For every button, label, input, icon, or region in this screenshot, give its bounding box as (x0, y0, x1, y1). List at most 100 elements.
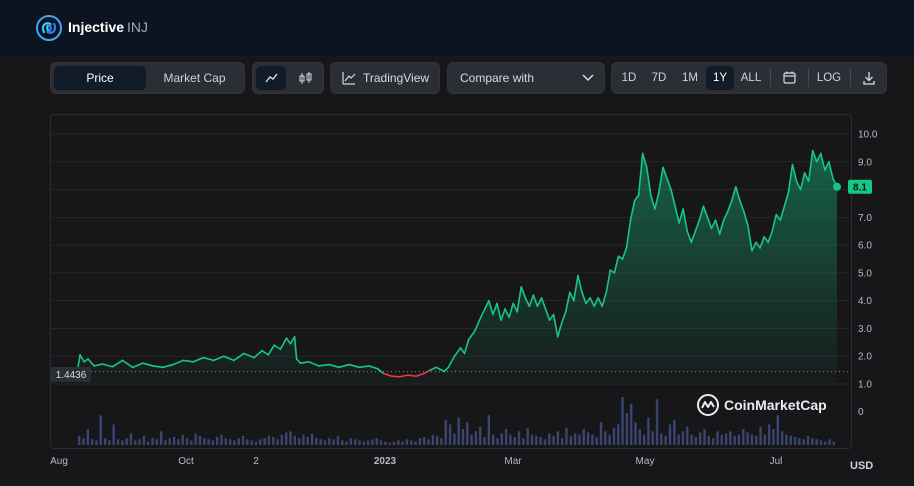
volume-bar (259, 439, 262, 445)
volume-bar (625, 413, 629, 445)
x-tick-label: 2023 (374, 456, 397, 467)
volume-bar (617, 424, 620, 445)
volume-bar (246, 439, 249, 445)
volume-bar (185, 438, 189, 445)
volume-bar (267, 435, 271, 445)
volume-bar (755, 435, 758, 445)
volume-bar (793, 437, 797, 445)
y-tick-label: 6.0 (858, 241, 872, 252)
volume-bar (138, 439, 141, 445)
y-tick-label: 5.0 (858, 268, 872, 279)
price-chart[interactable]: 10.09.08.07.06.05.04.03.02.01.00 AugOct2… (0, 0, 914, 486)
volume-bar (630, 403, 633, 445)
volume-bar (435, 435, 439, 445)
y-tick-label: 3.0 (858, 324, 872, 335)
volume-bar (703, 429, 706, 445)
volume-bar (86, 429, 89, 445)
volume-bar (431, 434, 434, 445)
volume-bar (181, 434, 184, 445)
volume-bar (414, 441, 417, 445)
volume-bar (198, 435, 202, 445)
current-price-label: 8.1 (853, 182, 867, 193)
volume-bar (233, 440, 236, 445)
volume-bar (768, 424, 771, 445)
volume-bar (561, 438, 564, 445)
volume-bar (573, 433, 577, 445)
volume-bar (371, 439, 374, 445)
volume-bar (358, 440, 361, 445)
x-tick-label: May (636, 456, 655, 467)
volume-bar (664, 435, 667, 445)
volume-bar (379, 440, 383, 445)
volume-bar (690, 434, 693, 445)
volume-bar (151, 438, 154, 445)
volume-bar (319, 439, 322, 445)
volume-bar (470, 434, 473, 445)
volume-bar (328, 438, 331, 445)
volume-bar (457, 417, 460, 445)
volume-bar (660, 433, 663, 445)
volume-bar (336, 435, 340, 445)
volume-bar (418, 438, 422, 445)
volume-bar (388, 442, 391, 445)
volume-bar (819, 440, 823, 445)
volume-bar (112, 424, 115, 445)
volume-bar (190, 440, 193, 445)
volume-bar (461, 429, 465, 445)
volume-bar (500, 433, 503, 445)
volume-bars (78, 397, 836, 445)
currency-label: USD (850, 460, 874, 472)
volume-bar (513, 437, 516, 445)
volume-bar (746, 432, 749, 445)
volume-bar (729, 431, 732, 445)
volume-bar (552, 435, 555, 445)
watermark-text: CoinMarketCap (724, 397, 827, 413)
volume-bar (828, 439, 831, 445)
volume-bar (651, 431, 654, 445)
volume-bar (668, 424, 672, 445)
volume-bar (147, 441, 150, 445)
volume-bar (203, 438, 206, 445)
volume-bar (306, 437, 309, 445)
volume-bar (578, 434, 581, 445)
volume-bar (332, 439, 335, 445)
volume-bar (444, 419, 447, 445)
volume-bar (285, 432, 288, 445)
volume-bar (90, 439, 94, 445)
volume-bar (824, 441, 827, 445)
volume-bar (448, 424, 452, 445)
volume-bar (410, 440, 413, 445)
price-line-segment (390, 375, 401, 378)
volume-bar (798, 438, 801, 445)
volume-bar (315, 438, 318, 445)
volume-bar (177, 439, 180, 445)
volume-bar (724, 433, 728, 445)
volume-bar (655, 399, 659, 445)
volume-bar (108, 440, 111, 445)
volume-bar (82, 438, 85, 445)
volume-bar (776, 415, 779, 445)
volume-bar (673, 419, 676, 445)
volume-bar (168, 438, 171, 445)
volume-bar (345, 441, 348, 445)
volume-bar (405, 439, 409, 445)
baseline-value-label: 1.4436 (56, 370, 87, 381)
volume-bar (474, 431, 478, 445)
volume-bar (548, 433, 551, 445)
volume-bar (362, 441, 365, 445)
volume-bar (604, 431, 607, 445)
volume-bar (293, 435, 296, 445)
volume-bar (207, 439, 210, 445)
volume-bar (129, 433, 133, 445)
volume-bar (220, 434, 223, 445)
x-axis: Aug Oct 2 2023 Mar May Jul (50, 456, 782, 467)
volume-bar (772, 429, 775, 445)
volume-bar (811, 438, 814, 445)
volume-bar (750, 434, 754, 445)
volume-bar (789, 435, 792, 445)
volume-bar (517, 431, 521, 445)
volume-bar (530, 434, 534, 445)
volume-bar (647, 417, 650, 445)
volume-bar (479, 426, 482, 445)
volume-bar (742, 429, 745, 445)
